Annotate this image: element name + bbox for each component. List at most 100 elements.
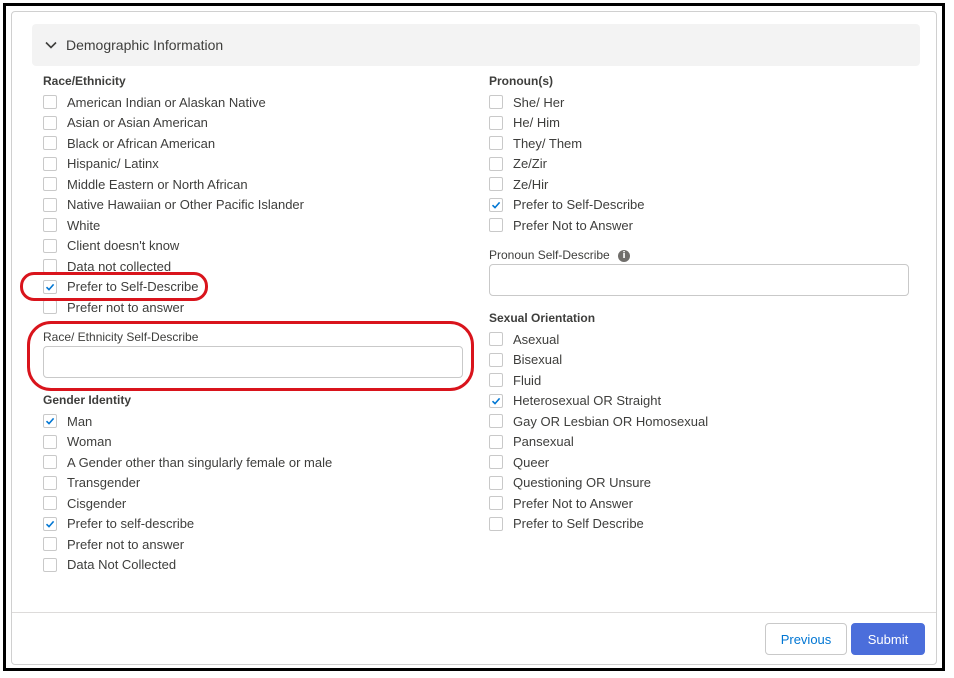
checkbox[interactable] bbox=[43, 197, 57, 212]
checkbox-checked[interactable] bbox=[43, 516, 57, 531]
orientation-option[interactable]: Queer bbox=[489, 453, 549, 471]
option-label: Transgender bbox=[67, 475, 141, 490]
checkbox[interactable] bbox=[489, 496, 503, 510]
race-self-describe-input[interactable] bbox=[43, 346, 463, 378]
checkmark-icon bbox=[45, 520, 55, 528]
orientation-option[interactable]: Fluid bbox=[489, 371, 541, 389]
option-label: Data not collected bbox=[67, 258, 172, 274]
race-option[interactable]: Middle Eastern or North African bbox=[43, 175, 248, 193]
gender-option[interactable]: Prefer to self-describe bbox=[43, 515, 194, 533]
option-label: Cisgender bbox=[67, 495, 127, 511]
pronoun-option[interactable]: They/ Them bbox=[489, 134, 582, 152]
race-option[interactable]: Native Hawaiian or Other Pacific Islande… bbox=[43, 196, 304, 214]
checkbox[interactable] bbox=[43, 136, 57, 150]
option-label: Prefer not to answer bbox=[67, 536, 185, 552]
submit-button[interactable]: Submit bbox=[851, 623, 925, 655]
gender-option[interactable]: Woman bbox=[43, 433, 112, 451]
orientation-group-label: Sexual Orientation bbox=[489, 311, 596, 325]
checkbox[interactable] bbox=[43, 496, 57, 510]
checkbox-checked[interactable] bbox=[489, 197, 503, 212]
pronoun-self-describe-input[interactable] bbox=[489, 264, 909, 296]
orientation-option[interactable]: Prefer to Self Describe bbox=[489, 515, 644, 533]
checkbox[interactable] bbox=[489, 475, 503, 490]
checkbox[interactable] bbox=[489, 115, 503, 130]
orientation-option[interactable]: Prefer Not to Answer bbox=[489, 494, 633, 512]
checkbox[interactable] bbox=[43, 218, 57, 232]
pronoun-option[interactable]: Prefer to Self-Describe bbox=[489, 196, 645, 214]
option-label: Questioning OR Unsure bbox=[513, 475, 652, 490]
option-label: Prefer Not to Answer bbox=[513, 217, 633, 233]
gender-option[interactable]: Cisgender bbox=[43, 494, 126, 512]
checkmark-icon bbox=[45, 417, 55, 425]
race-option[interactable]: Prefer to Self-Describe bbox=[43, 278, 199, 296]
race-option[interactable]: White bbox=[43, 216, 100, 234]
gender-option[interactable]: Transgender bbox=[43, 474, 140, 492]
checkbox[interactable] bbox=[43, 475, 57, 490]
checkbox[interactable] bbox=[43, 95, 57, 109]
section-header[interactable]: Demographic Information bbox=[32, 24, 920, 66]
checkbox[interactable] bbox=[489, 516, 503, 531]
option-label: Native Hawaiian or Other Pacific Islande… bbox=[67, 197, 304, 212]
checkbox[interactable] bbox=[43, 455, 57, 469]
option-label: Prefer to Self-Describe bbox=[67, 279, 199, 294]
option-label: Black or African American bbox=[67, 135, 216, 151]
checkbox[interactable] bbox=[43, 259, 57, 273]
checkbox-checked[interactable] bbox=[43, 414, 57, 428]
footer-divider bbox=[12, 612, 936, 613]
pronoun-option[interactable]: Prefer Not to Answer bbox=[489, 216, 633, 234]
checkbox[interactable] bbox=[43, 156, 57, 171]
checkbox[interactable] bbox=[43, 177, 57, 191]
race-group-label: Race/Ethnicity bbox=[43, 74, 126, 88]
checkbox[interactable] bbox=[489, 95, 503, 109]
race-option[interactable]: Client doesn't know bbox=[43, 237, 179, 255]
option-label: Queer bbox=[513, 454, 550, 470]
checkbox-checked[interactable] bbox=[489, 393, 503, 408]
chevron-down-icon[interactable] bbox=[44, 38, 58, 52]
gender-group-label: Gender Identity bbox=[43, 393, 132, 407]
checkbox[interactable] bbox=[489, 352, 503, 367]
option-label: Hispanic/ Latinx bbox=[67, 156, 159, 171]
option-label: Fluid bbox=[513, 372, 542, 388]
race-option[interactable]: Black or African American bbox=[43, 134, 215, 152]
checkbox[interactable] bbox=[43, 300, 57, 314]
race-option[interactable]: Prefer not to answer bbox=[43, 298, 184, 316]
info-icon[interactable]: i bbox=[618, 250, 630, 262]
orientation-option[interactable]: Asexual bbox=[489, 330, 559, 348]
race-option[interactable]: Data not collected bbox=[43, 257, 171, 275]
orientation-option[interactable]: Heterosexual OR Straight bbox=[489, 392, 661, 410]
checkbox[interactable] bbox=[489, 156, 503, 171]
checkbox[interactable] bbox=[489, 414, 503, 428]
gender-option[interactable]: A Gender other than singularly female or… bbox=[43, 453, 332, 471]
race-option[interactable]: American Indian or Alaskan Native bbox=[43, 93, 266, 111]
orientation-option[interactable]: Gay OR Lesbian OR Homosexual bbox=[489, 412, 708, 430]
pronoun-option[interactable]: Ze/Zir bbox=[489, 155, 547, 173]
checkbox[interactable] bbox=[489, 136, 503, 150]
checkbox-checked[interactable] bbox=[43, 279, 57, 294]
previous-button[interactable]: Previous bbox=[765, 623, 847, 655]
pronoun-option[interactable]: He/ Him bbox=[489, 114, 560, 132]
gender-option[interactable]: Man bbox=[43, 412, 92, 430]
orientation-option[interactable]: Questioning OR Unsure bbox=[489, 474, 651, 492]
option-label: Woman bbox=[67, 434, 112, 449]
checkbox[interactable] bbox=[489, 332, 503, 346]
gender-option[interactable]: Prefer not to answer bbox=[43, 535, 184, 553]
checkbox[interactable] bbox=[489, 177, 503, 191]
checkbox[interactable] bbox=[489, 218, 503, 232]
orientation-option[interactable]: Bisexual bbox=[489, 351, 562, 369]
pronoun-option[interactable]: Ze/Hir bbox=[489, 175, 548, 193]
checkbox[interactable] bbox=[43, 557, 57, 572]
checkbox[interactable] bbox=[489, 455, 503, 469]
pronoun-option[interactable]: She/ Her bbox=[489, 93, 564, 111]
option-label: Man bbox=[67, 413, 93, 429]
checkbox[interactable] bbox=[489, 373, 503, 387]
race-option[interactable]: Asian or Asian American bbox=[43, 114, 208, 132]
orientation-option[interactable]: Pansexual bbox=[489, 433, 574, 451]
checkbox[interactable] bbox=[489, 434, 503, 449]
checkbox[interactable] bbox=[43, 238, 57, 253]
pronoun-self-describe-label: Pronoun Self-Describe bbox=[489, 248, 610, 262]
race-option[interactable]: Hispanic/ Latinx bbox=[43, 155, 159, 173]
checkbox[interactable] bbox=[43, 434, 57, 449]
gender-option[interactable]: Data Not Collected bbox=[43, 556, 176, 574]
checkbox[interactable] bbox=[43, 537, 57, 551]
checkbox[interactable] bbox=[43, 115, 57, 130]
